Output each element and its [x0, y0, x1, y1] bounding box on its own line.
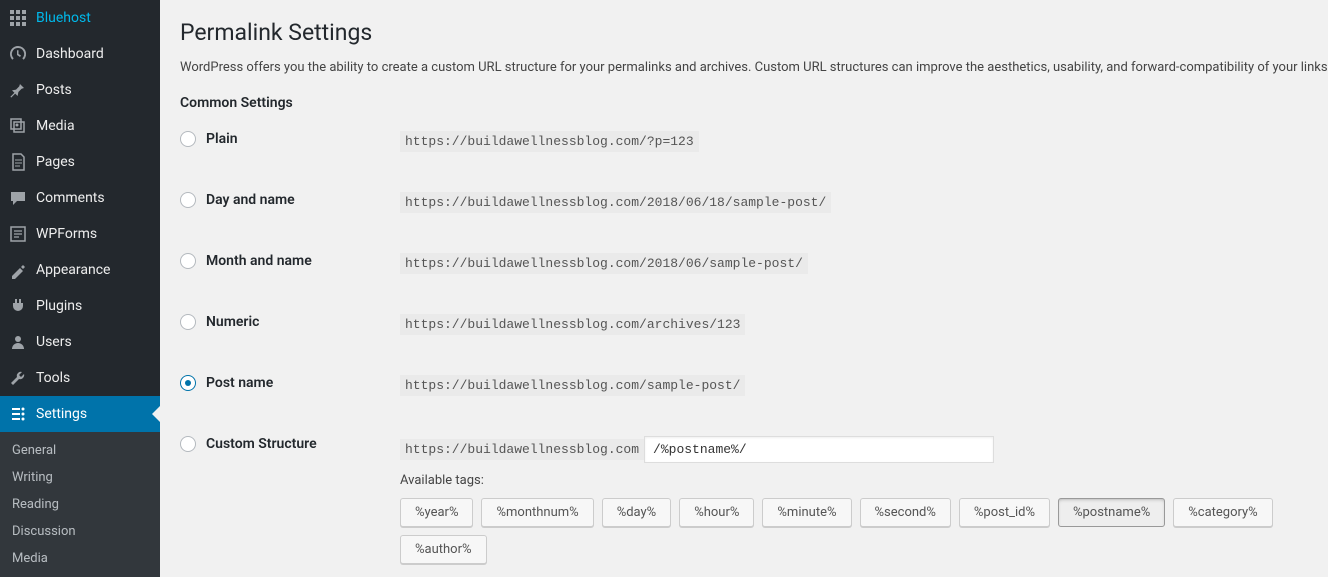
- tag-postname[interactable]: %postname%: [1058, 498, 1165, 527]
- sidebar-item-appearance[interactable]: Appearance: [0, 252, 160, 288]
- sidebar-item-label: Comments: [36, 190, 105, 206]
- tag-day[interactable]: %day%: [602, 498, 672, 527]
- grid-icon: [8, 8, 28, 28]
- custom-prefix: https://buildawellnessblog.com: [400, 439, 644, 460]
- sidebar-item-label: Users: [36, 334, 72, 350]
- tag-monthnum[interactable]: %monthnum%: [481, 498, 593, 527]
- radio-label-post-name: Post name: [206, 375, 273, 391]
- dashboard-icon: [8, 44, 28, 64]
- sidebar-item-media[interactable]: Media: [0, 108, 160, 144]
- permalink-option-custom: Custom Structure https://buildawellnessb…: [180, 436, 1308, 463]
- sidebar-item-plugins[interactable]: Plugins: [0, 288, 160, 324]
- sidebar-item-label: Media: [36, 118, 75, 134]
- radio-label-custom: Custom Structure: [206, 436, 317, 452]
- sidebar-item-settings[interactable]: Settings: [0, 396, 160, 432]
- sidebar-item-label: Dashboard: [36, 46, 104, 62]
- tag-hour[interactable]: %hour%: [679, 498, 754, 527]
- sidebar-item-bluehost[interactable]: Bluehost: [0, 0, 160, 36]
- sample-day-name: https://buildawellnessblog.com/2018/06/1…: [400, 192, 831, 213]
- permalink-option-numeric: Numeric https://buildawellnessblog.com/a…: [180, 314, 1308, 335]
- page-title: Permalink Settings: [180, 10, 1308, 50]
- permalink-option-day-name: Day and name https://buildawellnessblog.…: [180, 192, 1308, 213]
- submenu-item-reading[interactable]: Reading: [0, 491, 160, 518]
- sample-post-name: https://buildawellnessblog.com/sample-po…: [400, 375, 745, 396]
- sample-plain: https://buildawellnessblog.com/?p=123: [400, 131, 699, 152]
- admin-sidebar: Bluehost Dashboard Posts Media Pages Com…: [0, 0, 160, 577]
- submenu-item-general[interactable]: General: [0, 437, 160, 464]
- radio-day-name[interactable]: [180, 192, 196, 208]
- sample-numeric: https://buildawellnessblog.com/archives/…: [400, 314, 745, 335]
- forms-icon: [8, 224, 28, 244]
- sidebar-item-label: Settings: [36, 406, 87, 422]
- sidebar-item-label: Tools: [36, 370, 70, 386]
- sidebar-item-posts[interactable]: Posts: [0, 72, 160, 108]
- main-content: Permalink Settings WordPress offers you …: [160, 0, 1328, 577]
- radio-label-numeric: Numeric: [206, 314, 259, 330]
- tag-minute[interactable]: %minute%: [762, 498, 851, 527]
- pages-icon: [8, 152, 28, 172]
- sidebar-item-users[interactable]: Users: [0, 324, 160, 360]
- users-icon: [8, 332, 28, 352]
- settings-icon: [8, 404, 28, 424]
- radio-label-plain: Plain: [206, 131, 238, 147]
- radio-label-month-name: Month and name: [206, 253, 312, 269]
- sidebar-item-label: WPForms: [36, 226, 97, 242]
- radio-post-name[interactable]: [180, 375, 196, 391]
- submenu-item-writing[interactable]: Writing: [0, 464, 160, 491]
- sidebar-item-pages[interactable]: Pages: [0, 144, 160, 180]
- sidebar-item-dashboard[interactable]: Dashboard: [0, 36, 160, 72]
- sidebar-item-wpforms[interactable]: WPForms: [0, 216, 160, 252]
- sidebar-item-label: Posts: [36, 82, 72, 98]
- plugins-icon: [8, 296, 28, 316]
- tag-post-id[interactable]: %post_id%: [959, 498, 1050, 527]
- page-description: WordPress offers you the ability to crea…: [180, 60, 1308, 75]
- radio-custom[interactable]: [180, 436, 196, 452]
- available-tags-label: Available tags:: [400, 473, 1308, 488]
- radio-plain[interactable]: [180, 131, 196, 147]
- sidebar-item-comments[interactable]: Comments: [0, 180, 160, 216]
- tags-row: %year% %monthnum% %day% %hour% %minute% …: [400, 498, 1308, 564]
- radio-label-day-name: Day and name: [206, 192, 295, 208]
- sidebar-item-label: Pages: [36, 154, 75, 170]
- sidebar-item-label: Appearance: [36, 262, 110, 278]
- radio-numeric[interactable]: [180, 314, 196, 330]
- tag-category[interactable]: %category%: [1173, 498, 1272, 527]
- tag-year[interactable]: %year%: [400, 498, 473, 527]
- appearance-icon: [8, 260, 28, 280]
- radio-month-name[interactable]: [180, 253, 196, 269]
- sidebar-item-label: Bluehost: [36, 10, 91, 26]
- comments-icon: [8, 188, 28, 208]
- permalink-option-post-name: Post name https://buildawellnessblog.com…: [180, 375, 1308, 396]
- permalink-option-plain: Plain https://buildawellnessblog.com/?p=…: [180, 131, 1308, 152]
- tag-second[interactable]: %second%: [860, 498, 951, 527]
- available-tags-section: Available tags: %year% %monthnum% %day% …: [400, 473, 1308, 564]
- custom-structure-input[interactable]: [644, 436, 994, 463]
- sample-month-name: https://buildawellnessblog.com/2018/06/s…: [400, 253, 808, 274]
- submenu-item-discussion[interactable]: Discussion: [0, 518, 160, 545]
- submenu-item-media[interactable]: Media: [0, 545, 160, 572]
- settings-submenu: General Writing Reading Discussion Media: [0, 432, 160, 577]
- section-heading-common: Common Settings: [180, 95, 1308, 111]
- tag-author[interactable]: %author%: [400, 535, 487, 564]
- tools-icon: [8, 368, 28, 388]
- sidebar-item-tools[interactable]: Tools: [0, 360, 160, 396]
- permalink-option-month-name: Month and name https://buildawellnessblo…: [180, 253, 1308, 274]
- media-icon: [8, 116, 28, 136]
- pin-icon: [8, 80, 28, 100]
- sidebar-item-label: Plugins: [36, 298, 82, 314]
